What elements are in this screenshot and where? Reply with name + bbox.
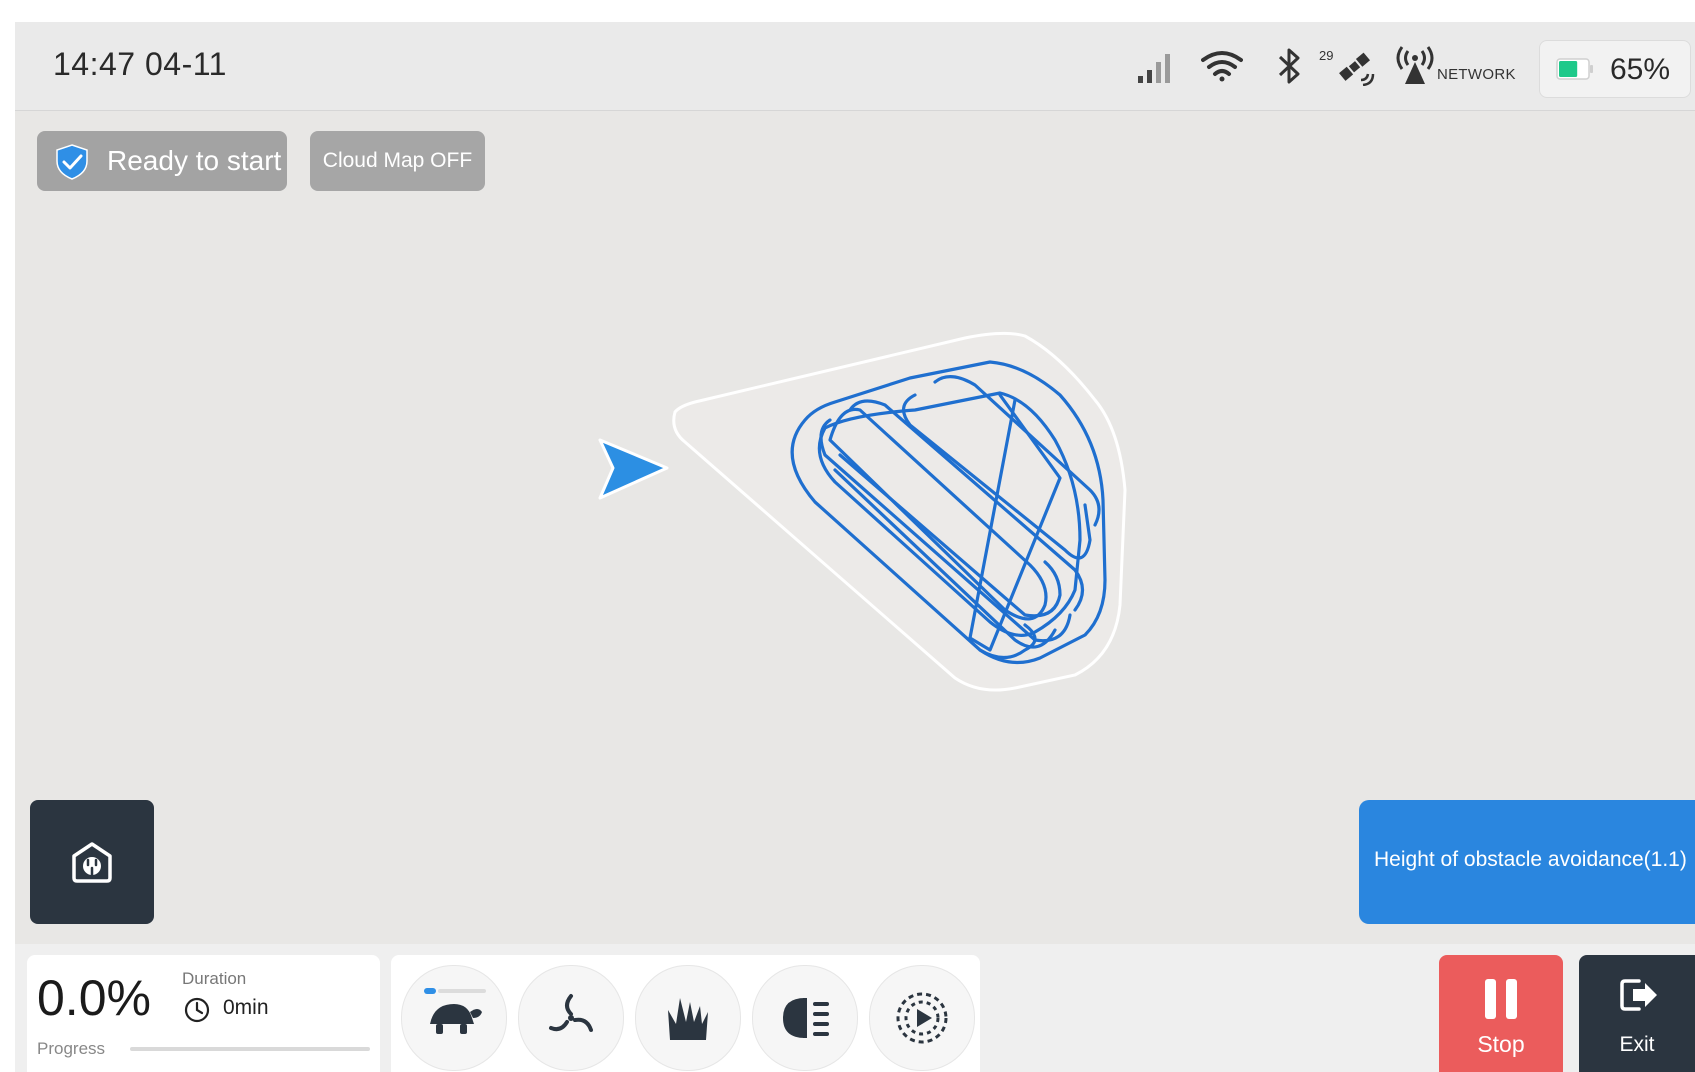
return-to-dock-button[interactable] [30, 800, 154, 924]
network-label: NETWORK [1437, 66, 1516, 83]
progress-percent: 0.0% [37, 970, 151, 1026]
obstacle-avoidance-text: Height of obstacle avoidance(1.1) [1374, 848, 1687, 871]
blade-mode-button[interactable] [518, 965, 624, 1071]
shield-check-icon [53, 143, 91, 186]
battery-percent: 65% [1610, 53, 1671, 86]
progress-card: 0.0% Duration 0min Progress [27, 955, 380, 1072]
obstacle-avoidance-banner[interactable]: Height of obstacle avoidance(1.1) [1359, 800, 1695, 924]
satellite-count: 29 [1319, 48, 1334, 63]
clock-icon [182, 995, 212, 1030]
exit-button[interactable]: Exit [1579, 955, 1695, 1072]
battery-indicator: 65% [1539, 40, 1691, 98]
status-bar: 14:47 04-11 29 NETWORK 65% [15, 22, 1695, 111]
exit-label: Exit [1619, 1033, 1655, 1056]
cloud-map-toggle[interactable]: Cloud Map OFF [310, 131, 485, 191]
clock-time: 14:47 04-11 [53, 46, 227, 82]
mode-controls [391, 955, 980, 1072]
wifi-icon [1201, 50, 1243, 82]
duration-label: Duration [182, 969, 247, 988]
bluetooth-icon [1277, 46, 1303, 86]
satellite-icon [1333, 50, 1377, 86]
speed-level-dots [424, 988, 486, 994]
ready-status-chip[interactable]: Ready to start [37, 131, 287, 191]
stop-button[interactable]: Stop [1439, 955, 1563, 1072]
ready-status-label: Ready to start [107, 145, 282, 176]
cellular-signal-icon [1137, 52, 1175, 84]
stop-label: Stop [1477, 1031, 1525, 1057]
speed-mode-button[interactable] [401, 965, 507, 1071]
app-screen: 14:47 04-11 29 NETWORK 65% Ready to star… [15, 22, 1695, 1072]
duration-value: 0min [223, 996, 269, 1019]
grass-height-button[interactable] [635, 965, 741, 1071]
progress-label: Progress [37, 1039, 106, 1058]
headlight-button[interactable] [752, 965, 858, 1071]
battery-icon [1556, 58, 1594, 80]
route-play-button[interactable] [869, 965, 975, 1071]
robot-position-marker [598, 438, 669, 500]
progress-bar [130, 1047, 370, 1051]
network-antenna-icon [1393, 46, 1437, 86]
